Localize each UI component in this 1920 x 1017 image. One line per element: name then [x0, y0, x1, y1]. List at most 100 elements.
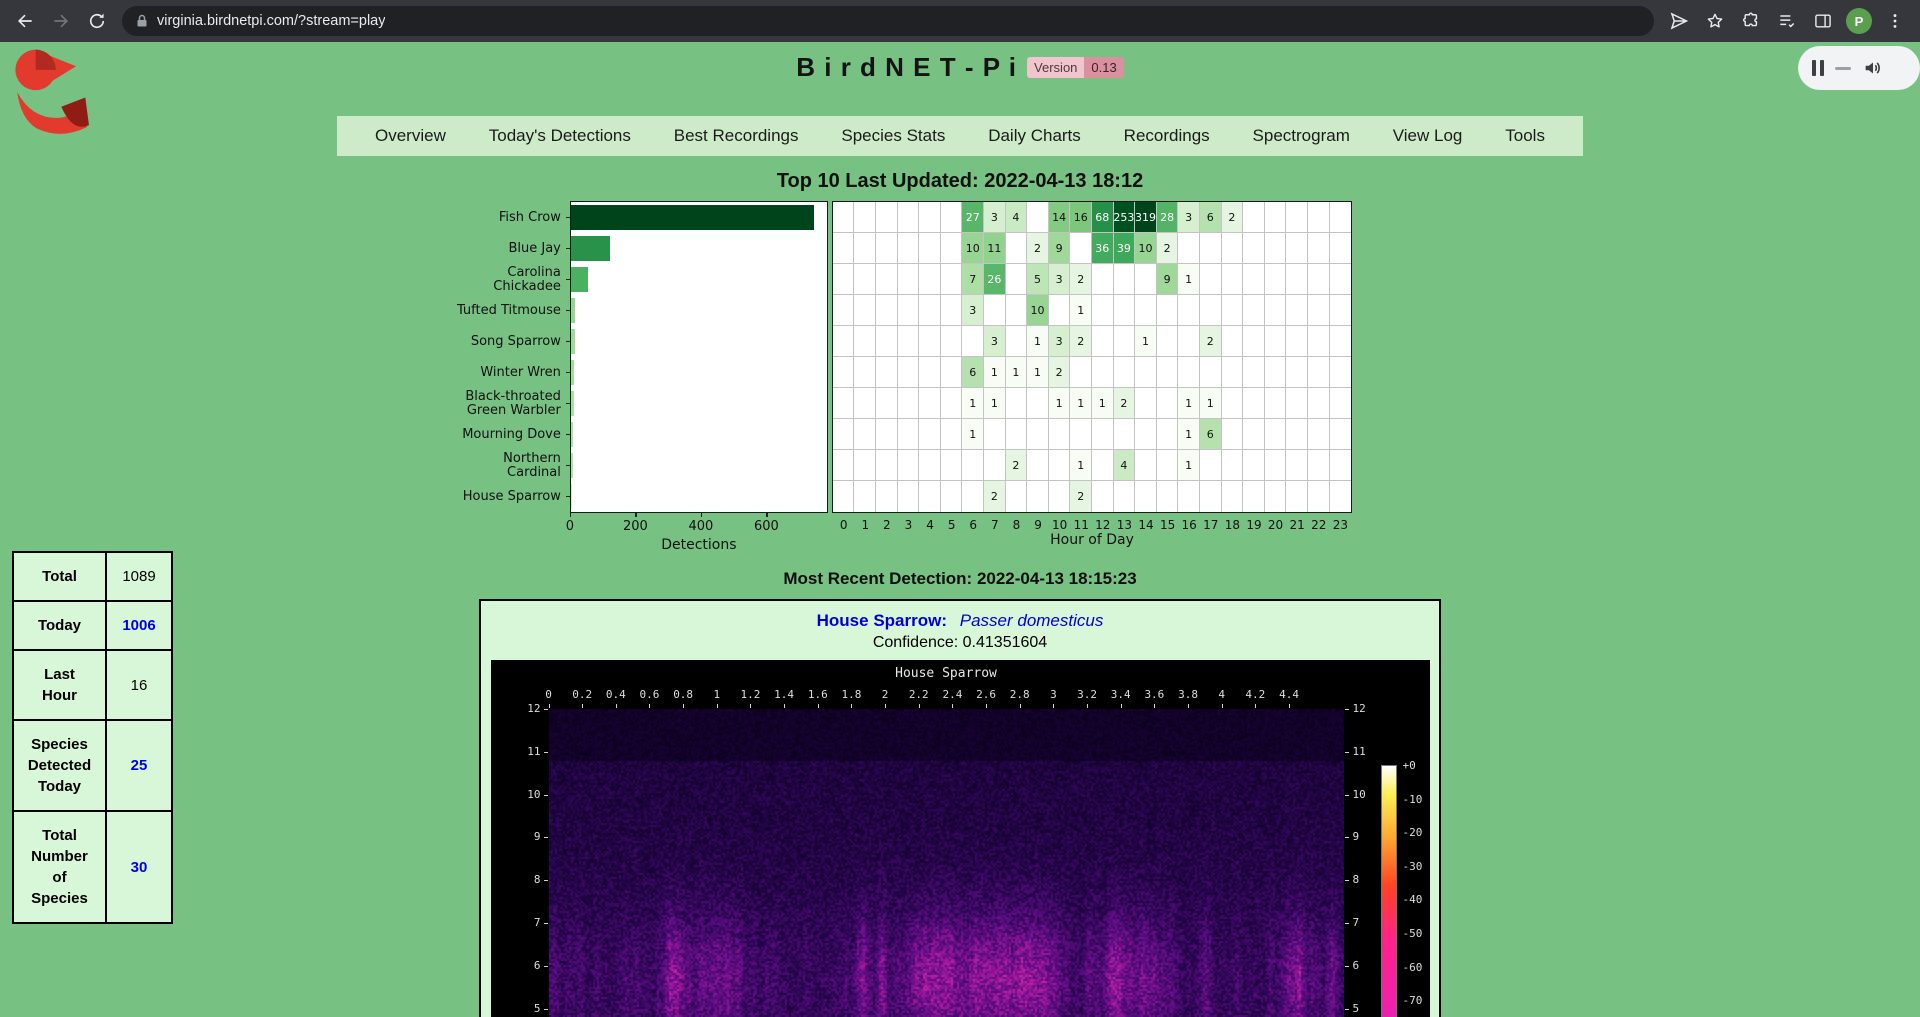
bar-row: [571, 202, 827, 233]
stats-row: Today1006: [13, 601, 172, 650]
time-tick-label: 4: [1218, 688, 1225, 701]
nav-item-overview[interactable]: Overview: [375, 126, 446, 146]
heatmap-cell: [833, 388, 855, 419]
heatmap-cell: 2: [1006, 450, 1028, 481]
heatmap-cell: [1330, 202, 1352, 233]
species-label: Song Sparrow: [440, 326, 570, 357]
heatmap-cell: 4: [1006, 202, 1028, 233]
nav-item-spectrogram[interactable]: Spectrogram: [1253, 126, 1350, 146]
heatmap-cell: [876, 357, 898, 388]
bar-axis-tick-label: 400: [688, 519, 713, 534]
nav-item-today-s-detections[interactable]: Today's Detections: [489, 126, 631, 146]
heatmap-cell: [833, 419, 855, 450]
heatmap-cell: [898, 233, 920, 264]
bar-row: [571, 233, 827, 264]
heatmap-cell: [941, 233, 963, 264]
send-to-device-button[interactable]: [1662, 4, 1696, 38]
heatmap-cell: [1308, 233, 1330, 264]
heatmap-cell: [1157, 481, 1179, 512]
heatmap-cell: [984, 450, 1006, 481]
version-badge-value: 0.13: [1084, 57, 1123, 78]
heatmap-cell: 9: [1157, 264, 1179, 295]
stats-row: Species Detected Today25: [13, 720, 172, 811]
seek-bar[interactable]: [1835, 67, 1851, 70]
heatmap-cell: [1330, 264, 1352, 295]
time-tick-mark: [1255, 704, 1256, 708]
back-button[interactable]: [8, 4, 42, 38]
nav-item-recordings[interactable]: Recordings: [1124, 126, 1210, 146]
heatmap-cell: [1135, 357, 1157, 388]
time-tick-mark: [885, 704, 886, 708]
volume-icon[interactable]: [1862, 57, 1884, 79]
detection-count-bar: [571, 236, 610, 261]
address-bar[interactable]: virginia.birdnetpi.com/?stream=play: [122, 6, 1654, 36]
bar-axis-tick-label: 600: [754, 519, 779, 534]
freq-tick-label: 6: [507, 959, 541, 972]
stat-value[interactable]: 25: [106, 720, 172, 811]
species-label: House Sparrow: [440, 481, 570, 512]
heatmap-cell: [1135, 388, 1157, 419]
heatmap-cell: [1200, 233, 1222, 264]
nav-item-species-stats[interactable]: Species Stats: [841, 126, 945, 146]
nav-item-view-log[interactable]: View Log: [1393, 126, 1463, 146]
heatmap-cell: 1: [962, 419, 984, 450]
reload-button[interactable]: [80, 4, 114, 38]
detection-count-bar: [571, 391, 574, 416]
nav-item-best-recordings[interactable]: Best Recordings: [674, 126, 799, 146]
pause-button[interactable]: [1812, 60, 1824, 76]
reading-list-button[interactable]: [1770, 4, 1804, 38]
heatmap-cell: [1243, 357, 1265, 388]
stats-row: Total Number of Species30: [13, 811, 172, 923]
bookmark-button[interactable]: [1698, 4, 1732, 38]
heatmap-cell: [854, 326, 876, 357]
heatmap-cell: [1027, 202, 1049, 233]
heatmap-cell: [1092, 481, 1114, 512]
freq-tick-label: 12: [1353, 702, 1366, 715]
heatmap-cell: [962, 450, 984, 481]
detection-count-bar: [571, 422, 574, 447]
heatmap-cell: [1070, 419, 1092, 450]
heatmap-cell: 9: [1049, 233, 1071, 264]
browser-menu-button[interactable]: [1878, 4, 1912, 38]
time-tick-label: 1.2: [741, 688, 761, 701]
heatmap-cell: 1: [1070, 295, 1092, 326]
heatmap-cell: [919, 388, 941, 419]
heatmap-cell: 6: [962, 357, 984, 388]
time-tick-label: 1.6: [808, 688, 828, 701]
heatmap-cell: 2: [1222, 202, 1244, 233]
nav-item-tools[interactable]: Tools: [1505, 126, 1545, 146]
heatmap-cell: [941, 388, 963, 419]
species-common-name[interactable]: House Sparrow:: [817, 611, 947, 630]
freq-tick-mark: [1345, 1009, 1349, 1010]
heatmap-cell: 2: [984, 481, 1006, 512]
audio-player[interactable]: [1798, 46, 1920, 90]
heatmap-cell: 36: [1092, 233, 1114, 264]
heatmap-cell: [1200, 450, 1222, 481]
nav-item-daily-charts[interactable]: Daily Charts: [988, 126, 1081, 146]
forward-button[interactable]: [44, 4, 78, 38]
hour-tick-label: 11: [1070, 518, 1092, 532]
heatmap-cell: [1006, 481, 1028, 512]
stat-value[interactable]: 1006: [106, 601, 172, 650]
time-tick-mark: [784, 704, 785, 708]
side-panel-button[interactable]: [1806, 4, 1840, 38]
detection-count-bar: [571, 329, 575, 354]
species-label: Mourning Dove: [440, 419, 570, 450]
time-tick-mark: [616, 704, 617, 708]
heatmap-cell: [1330, 419, 1352, 450]
heatmap-cell: [1222, 233, 1244, 264]
freq-tick-mark: [544, 923, 548, 924]
heatmap-cell: [1308, 388, 1330, 419]
heatmap-cell: [898, 295, 920, 326]
freq-tick-mark: [544, 709, 548, 710]
heatmap-cell: 1: [1178, 388, 1200, 419]
freq-tick-label: 7: [507, 916, 541, 929]
stat-value[interactable]: 30: [106, 811, 172, 923]
birdnetpi-logo: [8, 46, 100, 138]
heatmap-cell: [1330, 388, 1352, 419]
heatmap-cell: [1286, 388, 1308, 419]
profile-button[interactable]: P: [1842, 4, 1876, 38]
hour-tick-label: 5: [941, 518, 963, 532]
heatmap-cell: [1178, 481, 1200, 512]
extensions-button[interactable]: [1734, 4, 1768, 38]
